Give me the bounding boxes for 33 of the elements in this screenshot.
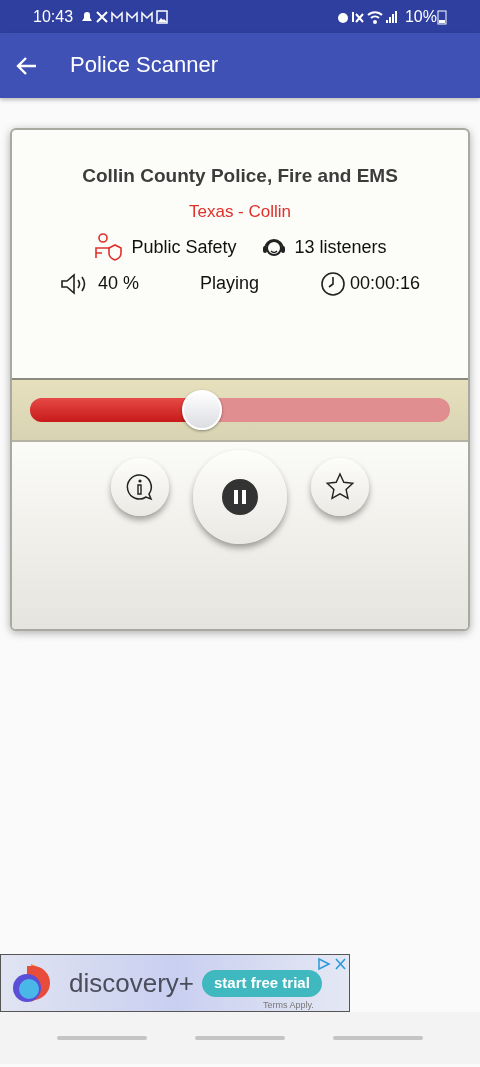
missed-call-icon xyxy=(96,9,109,24)
battery-percent: 10% xyxy=(404,6,437,27)
back-arrow-icon[interactable] xyxy=(16,54,38,77)
ad-terms: Terms Apply. xyxy=(263,998,314,1012)
app-title: Police Scanner xyxy=(69,52,218,79)
volume-level: 40 % xyxy=(98,272,140,295)
favorite-button[interactable] xyxy=(311,458,369,516)
info-button[interactable] xyxy=(111,458,169,516)
clock-icon xyxy=(319,270,346,297)
star-icon xyxy=(325,472,355,502)
wifi-icon xyxy=(366,9,383,24)
status-time: 10:43 xyxy=(33,6,74,27)
station-location: Texas - Collin xyxy=(188,200,291,223)
pause-icon xyxy=(222,479,258,515)
ad-brand: discovery+ xyxy=(69,966,194,1000)
mail-icon xyxy=(126,9,139,24)
battery-icon xyxy=(437,8,447,25)
image-icon xyxy=(156,9,169,24)
playback-status: Playing xyxy=(199,272,259,295)
elapsed-time: 00:00:16 xyxy=(349,272,420,295)
category-label: Public Safety xyxy=(131,235,237,259)
station-name: Collin County Police, Fire and EMS xyxy=(82,164,398,188)
cta-button[interactable]: start free trial xyxy=(202,970,322,997)
bell-icon xyxy=(81,9,94,24)
slider-thumb[interactable] xyxy=(182,390,223,430)
ad-choices-icon[interactable] xyxy=(317,957,347,971)
person-shield-icon xyxy=(93,232,124,262)
listeners-count: 13 listeners xyxy=(294,235,387,259)
info-bubble-icon xyxy=(125,472,155,502)
pause-button[interactable] xyxy=(193,450,287,544)
mail-icon xyxy=(141,9,154,24)
mail-icon xyxy=(111,9,124,24)
signal-icon xyxy=(385,9,398,24)
